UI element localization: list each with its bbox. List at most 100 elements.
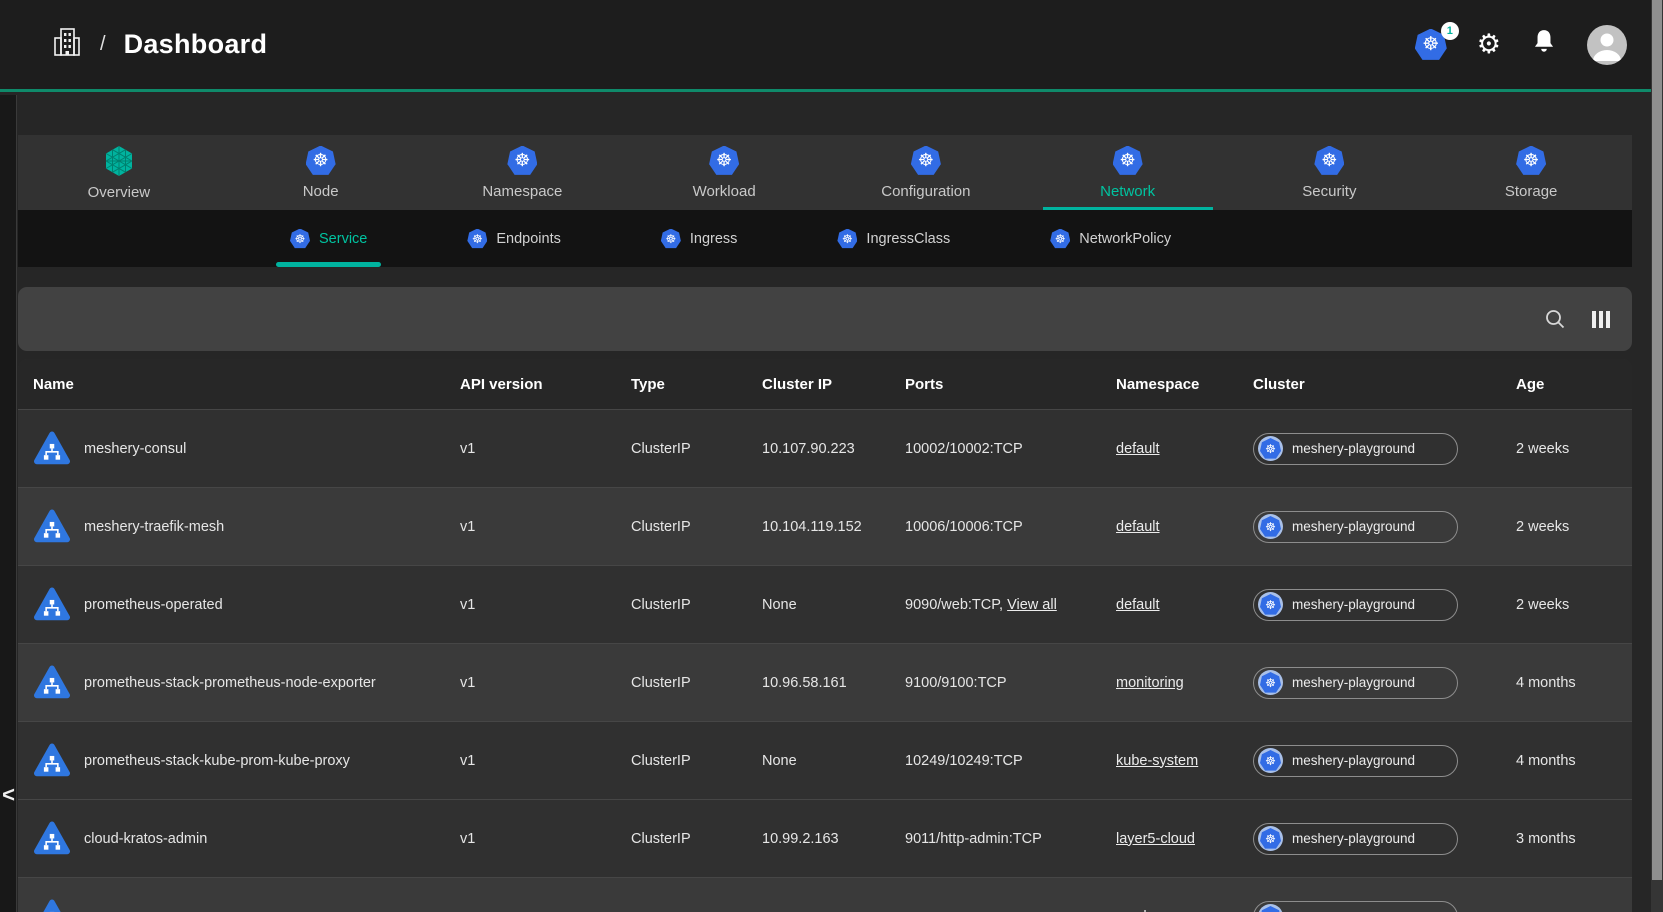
search-icon bbox=[1544, 308, 1566, 330]
service-resource-icon bbox=[33, 899, 71, 912]
kubernetes-icon: ☸ bbox=[1113, 146, 1143, 176]
collapsed-sidebar-rail: < bbox=[0, 95, 17, 912]
age: 2 weeks bbox=[1516, 441, 1602, 457]
cluster-name: meshery-playground bbox=[1292, 831, 1415, 846]
table-row[interactable]: cloud-kratos-admin v1 ClusterIP 10.99.2.… bbox=[18, 799, 1632, 877]
notifications-bell-icon[interactable] bbox=[1531, 28, 1557, 61]
service-resource-icon bbox=[33, 431, 71, 467]
namespace-link[interactable]: default bbox=[1116, 519, 1160, 535]
context-count-badge: 1 bbox=[1441, 22, 1459, 40]
col-header-namespace: Namespace bbox=[1116, 376, 1253, 393]
subtab-service[interactable]: ☸ Service bbox=[276, 210, 381, 267]
namespace-link[interactable]: kube-system bbox=[1116, 753, 1198, 769]
scrollbar-thumb[interactable] bbox=[1652, 0, 1662, 880]
service-type: ClusterIP bbox=[631, 831, 762, 847]
organization-icon[interactable] bbox=[52, 26, 82, 63]
kubernetes-icon: ☸ bbox=[1258, 748, 1283, 773]
service-resource-icon bbox=[33, 821, 71, 857]
tab-configuration[interactable]: ☸ Configuration bbox=[825, 135, 1027, 210]
service-name: prometheus-stack-kube-prom-kube-proxy bbox=[84, 753, 350, 769]
namespace-link[interactable]: default bbox=[1116, 597, 1160, 613]
vertical-scrollbar[interactable] bbox=[1651, 0, 1663, 912]
table-row[interactable]: meshery- ☸ bbox=[18, 877, 1632, 912]
tab-security[interactable]: ☸ Security bbox=[1229, 135, 1431, 210]
user-avatar[interactable] bbox=[1587, 25, 1627, 65]
tab-node[interactable]: ☸ Node bbox=[220, 135, 422, 210]
namespace-link[interactable]: default bbox=[1116, 441, 1160, 457]
service-name: cloud-kratos-admin bbox=[84, 831, 207, 847]
cluster-name: meshery-playground bbox=[1292, 675, 1415, 690]
subtab-networkpolicy[interactable]: ☸ NetworkPolicy bbox=[1036, 210, 1185, 267]
cluster-ip: None bbox=[762, 753, 905, 769]
tab-workload[interactable]: ☸ Workload bbox=[623, 135, 825, 210]
kubernetes-icon: ☸ bbox=[1258, 592, 1283, 617]
kubernetes-icon: ☸ bbox=[1516, 146, 1546, 176]
table-row[interactable]: prometheus-stack-kube-prom-kube-proxy v1… bbox=[18, 721, 1632, 799]
subtab-ingress[interactable]: ☸ Ingress bbox=[647, 210, 752, 267]
service-name: meshery-traefik-mesh bbox=[84, 519, 224, 535]
tab-network[interactable]: ☸ Network bbox=[1027, 135, 1229, 210]
sidebar-collapse-chevron-icon[interactable]: < bbox=[0, 775, 17, 815]
tab-overview[interactable]: Overview bbox=[18, 135, 220, 210]
cluster-chip[interactable]: ☸ bbox=[1253, 901, 1458, 912]
kubernetes-icon: ☸ bbox=[661, 229, 681, 249]
cluster-chip[interactable]: ☸ meshery-playground bbox=[1253, 745, 1458, 777]
subtab-ingressclass[interactable]: ☸ IngressClass bbox=[823, 210, 964, 267]
table-row[interactable]: meshery-consul v1 ClusterIP 10.107.90.22… bbox=[18, 409, 1632, 487]
kubernetes-icon: ☸ bbox=[1050, 229, 1070, 249]
api-version: v1 bbox=[460, 753, 631, 769]
breadcrumb: / Dashboard bbox=[52, 26, 267, 63]
cluster-chip[interactable]: ☸ meshery-playground bbox=[1253, 511, 1458, 543]
cluster-chip[interactable]: ☸ meshery-playground bbox=[1253, 823, 1458, 855]
service-type: ClusterIP bbox=[631, 441, 762, 457]
tab-namespace[interactable]: ☸ Namespace bbox=[422, 135, 624, 210]
cluster-name: meshery-playground bbox=[1292, 753, 1415, 768]
tab-storage[interactable]: ☸ Storage bbox=[1430, 135, 1632, 210]
kubernetes-icon: ☸ bbox=[1314, 146, 1344, 176]
kubernetes-icon: ☸ bbox=[507, 146, 537, 176]
col-header-name: Name bbox=[18, 376, 460, 393]
service-type: ClusterIP bbox=[631, 597, 762, 613]
service-type: ClusterIP bbox=[631, 753, 762, 769]
page-title: Dashboard bbox=[124, 29, 268, 60]
meshery-overview-icon bbox=[103, 145, 135, 177]
cluster-ip: 10.96.58.161 bbox=[762, 675, 905, 691]
namespace-link[interactable]: monitoring bbox=[1116, 675, 1184, 691]
col-header-ports: Ports bbox=[905, 376, 1116, 393]
kubernetes-icon: ☸ bbox=[1258, 826, 1283, 851]
col-header-cluster-ip: Cluster IP bbox=[762, 376, 905, 393]
table-row[interactable]: prometheus-operated v1 ClusterIP None 90… bbox=[18, 565, 1632, 643]
search-button[interactable] bbox=[1544, 308, 1566, 330]
table-header-row: Name API version Type Cluster IP Ports N… bbox=[18, 359, 1632, 409]
service-type: ClusterIP bbox=[631, 519, 762, 535]
cluster-name: meshery-playground bbox=[1292, 519, 1415, 534]
top-header: / Dashboard ☸ 1 ⚙ bbox=[0, 0, 1663, 92]
age: 4 months bbox=[1516, 675, 1602, 691]
kubernetes-context-button[interactable]: ☸ 1 bbox=[1415, 29, 1447, 61]
kubernetes-icon: ☸ bbox=[1258, 904, 1283, 912]
api-version: v1 bbox=[460, 519, 631, 535]
namespace-link[interactable]: layer5-cloud bbox=[1116, 831, 1195, 847]
cluster-ip: 10.99.2.163 bbox=[762, 831, 905, 847]
service-type: ClusterIP bbox=[631, 675, 762, 691]
service-resource-icon bbox=[33, 587, 71, 623]
table-toolbar bbox=[18, 287, 1632, 351]
view-columns-button[interactable] bbox=[1592, 311, 1611, 328]
cluster-chip[interactable]: ☸ meshery-playground bbox=[1253, 589, 1458, 621]
col-header-type: Type bbox=[631, 376, 762, 393]
view-all-ports-link[interactable]: View all bbox=[1007, 597, 1057, 613]
kubernetes-icon: ☸ bbox=[467, 229, 487, 249]
namespace-link[interactable]: meshery- bbox=[1116, 909, 1176, 912]
ports: 10249/10249:TCP bbox=[905, 753, 1023, 769]
services-table: Name API version Type Cluster IP Ports N… bbox=[18, 359, 1632, 912]
table-row[interactable]: prometheus-stack-prometheus-node-exporte… bbox=[18, 643, 1632, 721]
table-row[interactable]: meshery-traefik-mesh v1 ClusterIP 10.104… bbox=[18, 487, 1632, 565]
settings-gear-icon[interactable]: ⚙ bbox=[1477, 31, 1501, 58]
resource-tabbar: Overview ☸ Node ☸ Namespace ☸ Workload ☸… bbox=[18, 135, 1632, 210]
subtab-endpoints[interactable]: ☸ Endpoints bbox=[453, 210, 575, 267]
service-name: prometheus-stack-prometheus-node-exporte… bbox=[84, 675, 376, 691]
cluster-chip[interactable]: ☸ meshery-playground bbox=[1253, 667, 1458, 699]
ports: 9100/9100:TCP bbox=[905, 675, 1007, 691]
col-header-api-version: API version bbox=[460, 376, 631, 393]
cluster-chip[interactable]: ☸ meshery-playground bbox=[1253, 433, 1458, 465]
